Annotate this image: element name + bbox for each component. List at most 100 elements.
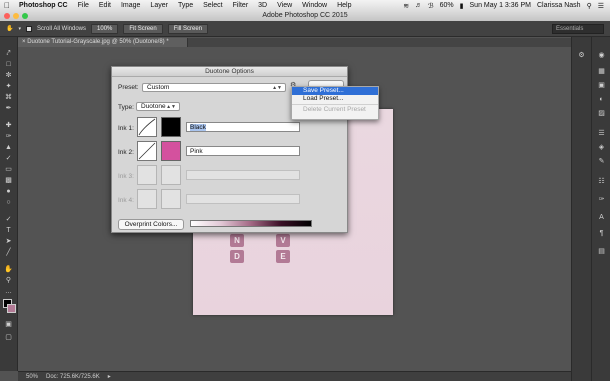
menu-layer[interactable]: Layer — [145, 2, 173, 9]
menu-help[interactable]: Help — [332, 2, 356, 9]
zoom-window-icon[interactable] — [22, 13, 28, 19]
volume-icon[interactable]: ♬ — [415, 2, 422, 9]
ink2-color-swatch[interactable] — [161, 141, 181, 161]
ink1-curve[interactable] — [137, 117, 157, 137]
menu-type[interactable]: Type — [173, 2, 198, 9]
preset-select[interactable]: Custom ▲▼ — [142, 83, 286, 92]
styles-panel-icon[interactable]: ▨ — [597, 109, 606, 118]
brush-panel-icon[interactable]: ✑ — [597, 195, 606, 204]
paragraph-panel-icon[interactable]: ¶ — [597, 229, 606, 238]
crop-tool-icon[interactable]: ⌘ — [3, 93, 14, 102]
minimize-window-icon[interactable] — [13, 13, 19, 19]
ink2-name-field[interactable]: Pink — [186, 146, 300, 156]
shape-tool-icon[interactable]: ╱ — [3, 248, 14, 257]
menu-view[interactable]: View — [272, 2, 297, 9]
screen-mode-icon[interactable]: ▢ — [3, 333, 14, 342]
zoom-100-button[interactable]: 100% — [91, 23, 119, 34]
quick-select-tool-icon[interactable]: ✦ — [3, 82, 14, 91]
preset-options-menu: Save Preset... Load Preset... Delete Cur… — [291, 86, 379, 120]
clock[interactable]: Sun May 1 3:36 PM — [470, 2, 531, 9]
quick-mask-icon[interactable]: ▣ — [3, 320, 14, 329]
document-tab-title: Duotone Tutorial-Grayscale.jpg @ 50% (Du… — [27, 39, 169, 45]
channels-panel-icon[interactable]: ◈ — [597, 143, 606, 152]
swatches-panel-icon[interactable]: ▦ — [597, 67, 606, 76]
marquee-tool-icon[interactable]: □ — [3, 60, 14, 69]
background-color-swatch[interactable] — [7, 304, 16, 313]
menu-app-name[interactable]: Photoshop CC — [14, 2, 73, 9]
menubar-status-area: ≋ ♬ ℬ 60% ▮ Sun May 1 3:36 PM Clarissa N… — [403, 2, 610, 10]
hand-tool-preset-icon[interactable]: ✋ — [6, 25, 13, 32]
libraries-panel-icon[interactable]: ▣ — [597, 81, 606, 90]
blur-tool-icon[interactable]: ● — [3, 187, 14, 196]
menu-file[interactable]: File — [73, 2, 94, 9]
delete-current-preset-menu-item: Delete Current Preset — [303, 106, 366, 113]
bluetooth-icon[interactable]: ℬ — [428, 2, 434, 10]
healing-brush-tool-icon[interactable]: ✚ — [3, 121, 14, 130]
close-window-icon[interactable] — [4, 13, 10, 19]
close-tab-icon[interactable]: × — [22, 39, 26, 45]
eyedropper-tool-icon[interactable]: ✒ — [3, 104, 14, 113]
more-tools-icon[interactable]: … — [3, 287, 14, 296]
character-panel-icon[interactable]: A — [597, 213, 606, 222]
menu-filter[interactable]: Filter — [228, 2, 254, 9]
fill-screen-button[interactable]: Fill Screen — [167, 23, 209, 34]
apple-menu-icon[interactable]:  — [0, 1, 14, 10]
type-select[interactable]: Duotone ▲▼ — [136, 102, 180, 111]
menu-separator — [292, 104, 378, 105]
battery-percent[interactable]: 60% — [440, 2, 454, 9]
menu-image[interactable]: Image — [116, 2, 145, 9]
notification-center-icon[interactable]: ☰ — [598, 2, 604, 10]
ink1-name-field[interactable]: Black — [186, 122, 300, 132]
color-panel-icon[interactable]: ◉ — [597, 51, 606, 60]
fit-screen-button[interactable]: Fit Screen — [123, 23, 163, 34]
scroll-all-windows-label: Scroll All Windows — [37, 25, 87, 32]
overprint-colors-button[interactable]: Overprint Colors... — [118, 219, 184, 230]
layers-panel-icon[interactable]: ☰ — [597, 129, 606, 138]
menu-edit[interactable]: Edit — [94, 2, 116, 9]
adjustments-panel-icon[interactable]: ◐ — [597, 95, 606, 104]
status-menu-arrow-icon[interactable]: ▸ — [108, 373, 111, 380]
eraser-tool-icon[interactable]: ▭ — [3, 165, 14, 174]
gradient-tool-icon[interactable]: ▩ — [3, 176, 14, 185]
letter-tile: D — [230, 250, 244, 263]
menu-3d[interactable]: 3D — [253, 2, 272, 9]
workspace-switcher[interactable]: Essentials — [552, 23, 604, 34]
dialog-title: Duotone Options — [112, 67, 347, 77]
chevron-down-icon[interactable]: ▾ — [18, 26, 21, 32]
glyphs-panel-icon[interactable]: ▤ — [597, 247, 606, 256]
spotlight-icon[interactable]: ⚲ — [587, 2, 592, 10]
lasso-tool-icon[interactable]: ✼ — [3, 71, 14, 80]
ink1-color-swatch[interactable] — [161, 117, 181, 137]
load-preset-menu-item[interactable]: Load Preset... — [292, 95, 378, 103]
save-preset-menu-item[interactable]: Save Preset... — [292, 87, 378, 95]
path-selection-tool-icon[interactable]: ➤ — [3, 237, 14, 246]
zoom-level[interactable]: 50% — [26, 374, 38, 380]
panel-dock-column: ⚙ — [572, 37, 592, 381]
preset-label: Preset: — [118, 84, 139, 91]
hand-tool-icon[interactable]: ✋ — [3, 265, 14, 274]
clone-stamp-tool-icon[interactable]: ▲ — [3, 143, 14, 152]
battery-icon[interactable]: ▮ — [460, 2, 464, 10]
menu-window[interactable]: Window — [297, 2, 332, 9]
move-tool-icon[interactable]: ⤤ — [3, 49, 14, 58]
type-tool-icon[interactable]: T — [3, 226, 14, 235]
history-brush-tool-icon[interactable]: ✓ — [3, 154, 14, 163]
ink2-curve[interactable] — [137, 141, 157, 161]
dodge-tool-icon[interactable]: ○ — [3, 198, 14, 207]
ink4-curve — [137, 189, 157, 209]
paths-panel-icon[interactable]: ✎ — [597, 157, 606, 166]
chevron-updown-icon: ▲▼ — [166, 104, 176, 110]
doc-size: Doc: 725.6K/725.6K — [46, 373, 100, 380]
wifi-icon[interactable]: ≋ — [403, 2, 409, 10]
properties-panel-icon[interactable]: ☷ — [597, 177, 606, 186]
user-name[interactable]: Clarissa Nash — [537, 2, 581, 9]
scroll-all-windows-checkbox[interactable] — [26, 25, 32, 32]
letter-tile: E — [276, 250, 290, 263]
brush-tool-icon[interactable]: ✑ — [3, 132, 14, 141]
document-tab[interactable]: × Duotone Tutorial-Grayscale.jpg @ 50% (… — [18, 38, 188, 47]
zoom-tool-icon[interactable]: ⚲ — [3, 276, 14, 285]
history-panel-icon[interactable]: ⚙ — [577, 51, 586, 60]
pen-tool-icon[interactable]: ✓ — [3, 215, 14, 224]
window-controls — [4, 13, 28, 19]
menu-select[interactable]: Select — [198, 2, 227, 9]
